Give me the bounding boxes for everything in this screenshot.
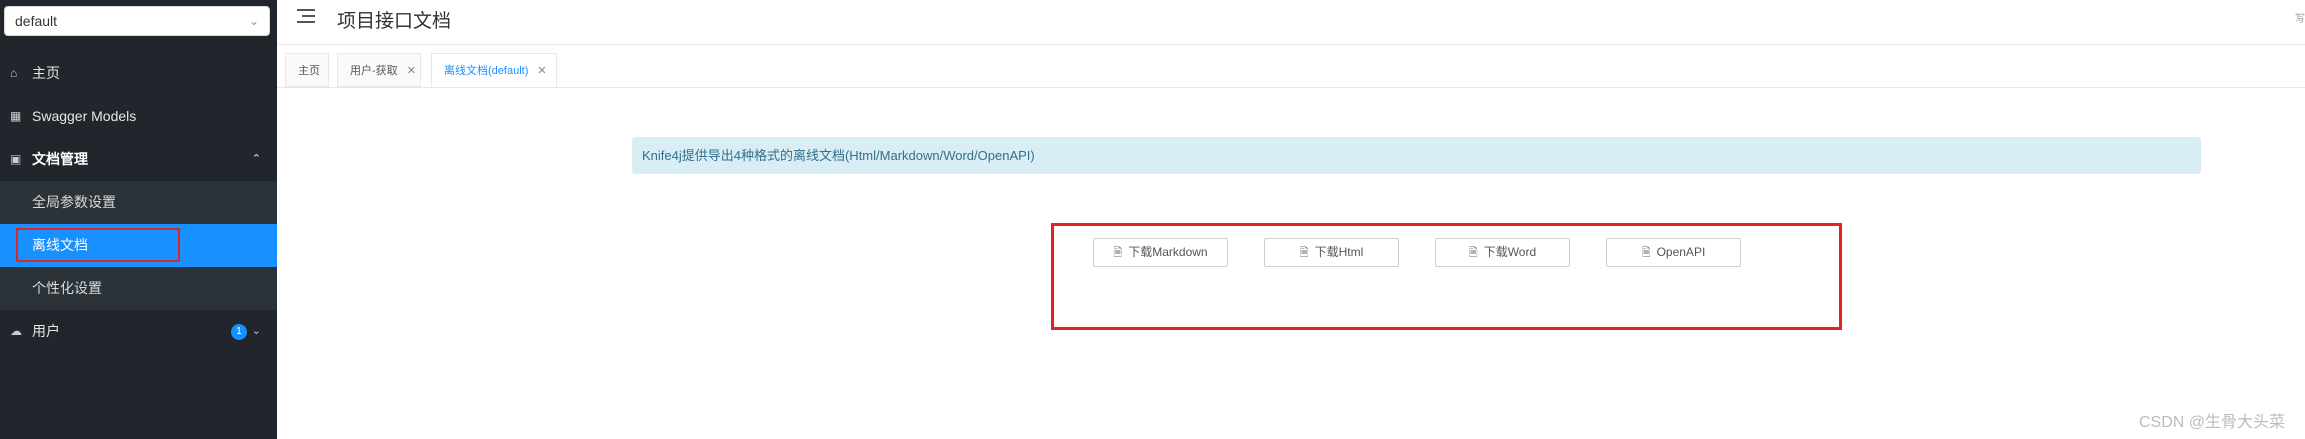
button-label: 下载Word: [1483, 245, 1537, 259]
sidebar-item-home[interactable]: ⌂ 主页: [0, 52, 277, 95]
download-html-button[interactable]: 🗎 下载Html: [1264, 238, 1399, 267]
file-icon: 🗎: [1299, 247, 1309, 259]
sidebar-item-label: Swagger Models: [32, 108, 137, 124]
doc-icon: ▣: [10, 152, 22, 166]
download-openapi-button[interactable]: 🗎 OpenAPI: [1606, 238, 1741, 267]
sidebar-item-swagger-models[interactable]: ▦ Swagger Models: [0, 95, 277, 138]
group-select-value: default: [15, 13, 58, 29]
count-badge: 1: [231, 324, 247, 340]
tab-label: 离线文档(default): [444, 65, 529, 77]
file-icon: 🗎: [1468, 247, 1478, 259]
header-right-text[interactable]: 写: [2295, 10, 2305, 25]
close-icon[interactable]: ✕: [407, 65, 416, 77]
download-word-button[interactable]: 🗎 下载Word: [1435, 238, 1570, 267]
header: 项目接口文档 写: [277, 0, 2305, 45]
button-label: OpenAPI: [1656, 245, 1706, 259]
home-icon: ⌂: [10, 66, 18, 80]
download-markdown-button[interactable]: 🗎 下载Markdown: [1093, 238, 1228, 267]
sidebar-item-users[interactable]: ☁ 用户 1 ⌄: [0, 310, 277, 353]
tab-user-get[interactable]: 用户-获取 ✕: [337, 53, 421, 87]
highlight-box: [16, 228, 180, 262]
tab-offline-docs[interactable]: 离线文档(default) ✕: [431, 53, 557, 87]
cube-icon: ▦: [10, 109, 22, 123]
file-icon: 🗎: [1641, 247, 1651, 259]
page-title: 项目接口文档: [337, 11, 452, 32]
submenu-item-label: 个性化设置: [32, 280, 102, 296]
sidebar-item-label: 用户: [32, 323, 60, 339]
cloud-icon: ☁: [10, 324, 22, 338]
button-label: 下载Markdown: [1128, 245, 1208, 259]
watermark: CSDN @生骨大头菜: [2138, 414, 2285, 431]
submenu-item-personalization[interactable]: 个性化设置: [0, 267, 277, 310]
sidebar-menu: ⌂ 主页 ▦ Swagger Models ▣ 文档管理 ⌃ 全局参数设置 离线…: [0, 52, 277, 353]
tab-home[interactable]: 主页: [285, 53, 329, 87]
doc-management-submenu: 全局参数设置 离线文档 个性化设置: [0, 181, 277, 310]
sidebar-item-label: 文档管理: [32, 151, 88, 167]
tab-label: 主页: [298, 65, 320, 77]
button-label: 下载Html: [1314, 245, 1364, 259]
submenu-item-global-params[interactable]: 全局参数设置: [0, 181, 277, 224]
tab-divider: [277, 87, 2305, 88]
chevron-up-icon: ⌃: [251, 153, 261, 165]
submenu-item-offline-docs[interactable]: 离线文档: [0, 224, 277, 267]
close-icon[interactable]: ✕: [537, 65, 546, 77]
sidebar: default ⌄ ⌂ 主页 ▦ Swagger Models ▣ 文档管理 ⌃…: [0, 0, 277, 439]
sidebar-item-doc-management[interactable]: ▣ 文档管理 ⌃: [0, 138, 277, 181]
info-alert: Knife4j提供导出4种格式的离线文档(Html/Markdown/Word/…: [632, 137, 2201, 174]
menu-toggle-icon[interactable]: [297, 9, 315, 25]
group-select[interactable]: default ⌄: [4, 6, 270, 36]
sidebar-item-label: 主页: [32, 65, 60, 81]
submenu-item-label: 全局参数设置: [32, 194, 116, 210]
file-icon: 🗎: [1113, 247, 1123, 259]
tab-label: 用户-获取: [350, 65, 398, 77]
chevron-down-icon: ⌄: [251, 325, 261, 337]
chevron-down-icon: ⌄: [248, 14, 259, 28]
